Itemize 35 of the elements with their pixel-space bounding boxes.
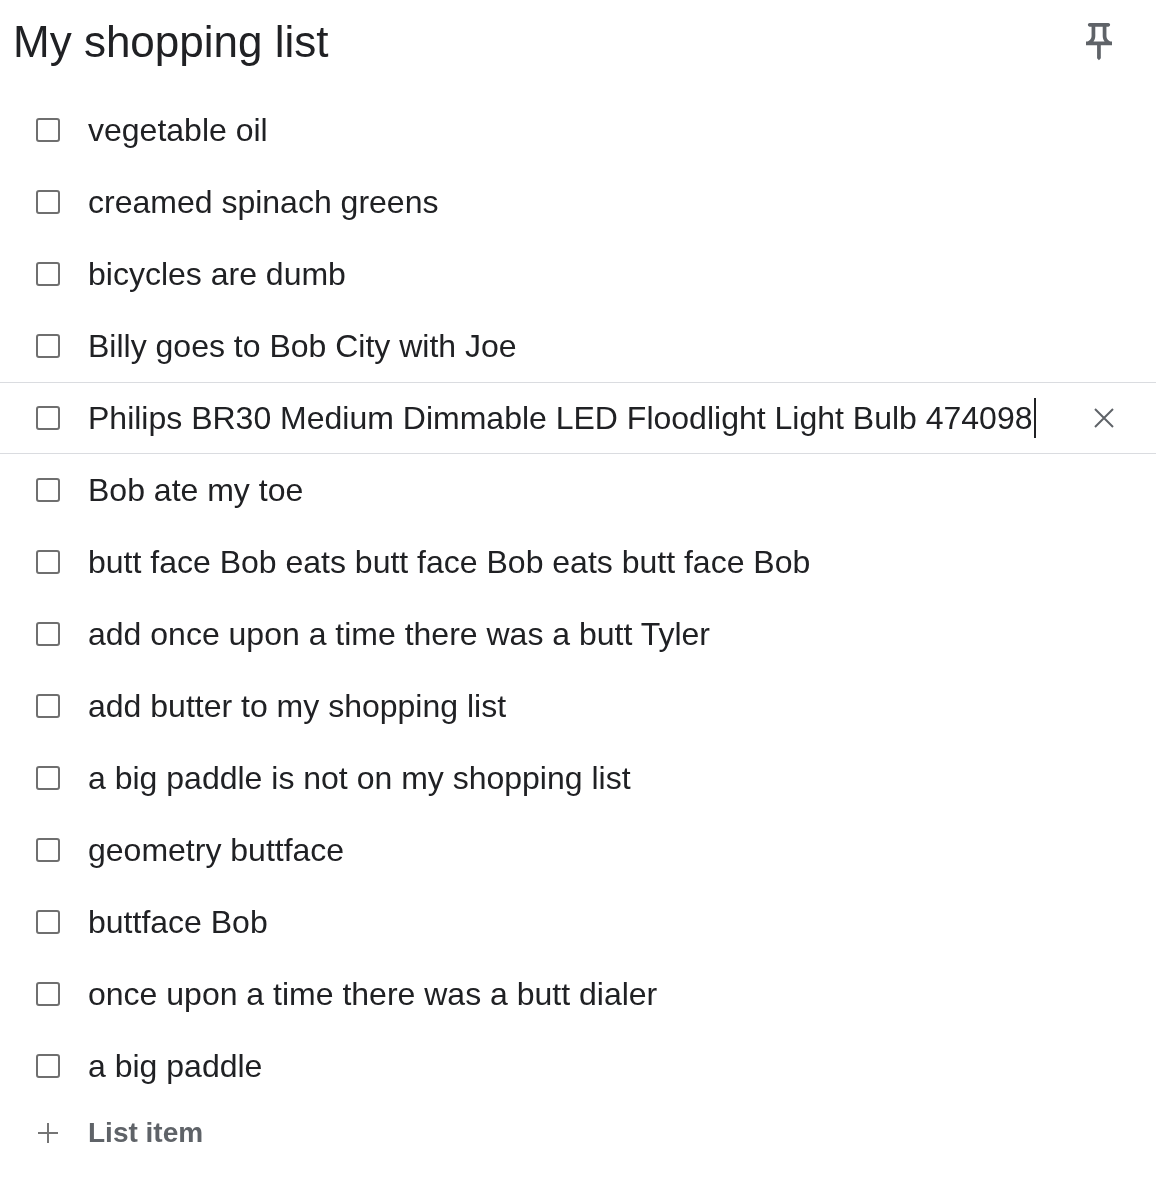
item-text[interactable]: geometry buttface	[88, 830, 348, 870]
pin-button[interactable]	[1086, 22, 1112, 62]
checkbox[interactable]	[36, 118, 60, 142]
checkbox[interactable]	[36, 1054, 60, 1078]
item-text[interactable]: creamed spinach greens	[88, 182, 442, 222]
checkbox[interactable]	[36, 838, 60, 862]
checkbox[interactable]	[36, 334, 60, 358]
item-text[interactable]: add butter to my shopping list	[88, 686, 509, 726]
plus-icon	[38, 1123, 58, 1143]
checkbox[interactable]	[36, 262, 60, 286]
item-text[interactable]: once upon a time there was a butt dialer	[88, 974, 661, 1014]
item-text[interactable]: Billy goes to Bob City with Joe	[88, 326, 520, 366]
item-text[interactable]: vegetable oil	[88, 110, 271, 150]
note-title: My shopping list	[13, 16, 329, 68]
checkbox[interactable]	[36, 478, 60, 502]
item-text[interactable]: a big paddle is not on my shopping list	[88, 758, 634, 798]
item-text[interactable]: Philips BR30 Medium Dimmable LED Floodlight Light Bulb 474098	[88, 398, 1036, 438]
item-text[interactable]: a big paddle	[88, 1046, 266, 1086]
close-icon	[1094, 408, 1114, 428]
checkbox[interactable]	[36, 406, 60, 430]
checkbox[interactable]	[36, 766, 60, 790]
item-text[interactable]: bicycles are dumb	[88, 254, 349, 294]
item-text[interactable]: add once upon a time there was a butt Tyler	[88, 614, 713, 654]
checkbox[interactable]	[36, 190, 60, 214]
remove-item-button[interactable]	[1094, 408, 1114, 428]
checkbox[interactable]	[36, 910, 60, 934]
item-text[interactable]: Bob ate my toe	[88, 470, 307, 510]
checkbox[interactable]	[36, 622, 60, 646]
pin-icon	[1086, 22, 1112, 62]
checkbox[interactable]	[36, 694, 60, 718]
checkbox[interactable]	[36, 550, 60, 574]
item-text[interactable]: buttface Bob	[88, 902, 271, 942]
checkbox[interactable]	[36, 982, 60, 1006]
list-item-field[interactable]: List item	[88, 1115, 388, 1151]
item-text[interactable]: butt face Bob eats butt face Bob eats butt face Bob	[88, 542, 814, 582]
